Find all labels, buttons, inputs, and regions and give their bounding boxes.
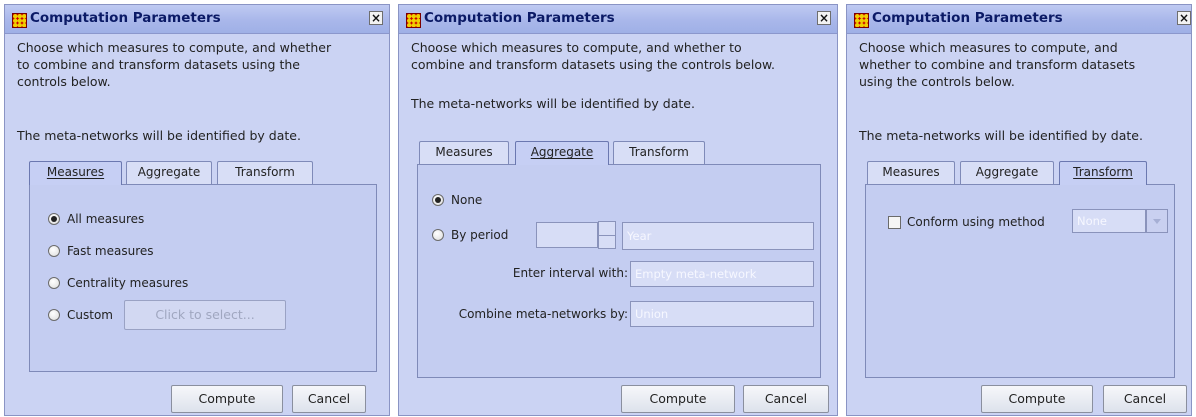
tab-strip: Measures Aggregate Transform: [419, 141, 719, 165]
radio-button[interactable]: [432, 194, 444, 206]
dialog-title: Computation Parameters: [424, 10, 615, 26]
period-count-input[interactable]: [536, 222, 598, 248]
compute-button[interactable]: Compute: [981, 385, 1093, 413]
radio-button[interactable]: [432, 229, 444, 241]
close-icon[interactable]: ×: [1177, 11, 1191, 25]
tab-measures[interactable]: Measures: [867, 161, 955, 184]
combine-select[interactable]: Union: [630, 301, 814, 327]
tab-aggregate[interactable]: Aggregate: [515, 141, 609, 165]
radio-label: Custom: [67, 308, 113, 322]
dialog-transform: Computation Parameters × Choose which me…: [846, 4, 1192, 416]
tab-strip: Measures Aggregate Transform: [867, 161, 1157, 185]
description-line: Choose which measures to compute, and wh…: [411, 40, 742, 55]
radio-button[interactable]: [48, 245, 60, 257]
cancel-button[interactable]: Cancel: [292, 385, 366, 413]
radio-button[interactable]: [48, 309, 60, 321]
description: Choose which measures to compute, and wh…: [859, 39, 1135, 90]
radio-custom[interactable]: Custom: [48, 306, 113, 324]
compute-button[interactable]: Compute: [621, 385, 735, 413]
description-line: whether to combine and transform dataset…: [859, 57, 1136, 72]
conform-checkbox-row[interactable]: Conform using method: [888, 213, 1045, 231]
click-to-select-button[interactable]: Click to select...: [124, 300, 286, 330]
description-line: controls below.: [17, 74, 111, 89]
dialog-measures: Computation Parameters × Choose which me…: [4, 4, 390, 416]
tab-measures[interactable]: Measures: [29, 161, 122, 185]
tab-aggregate[interactable]: Aggregate: [126, 161, 212, 184]
radio-button[interactable]: [48, 277, 60, 289]
interval-label: Enter interval with:: [512, 266, 628, 280]
radio-centrality-measures[interactable]: Centrality measures: [48, 274, 188, 292]
description: Choose which measures to compute, and wh…: [17, 39, 331, 90]
interval-select[interactable]: Empty meta-network: [630, 261, 814, 287]
title-bar[interactable]: Computation Parameters ×: [399, 5, 837, 34]
aggregate-panel: None By period Year Enter interval with:…: [417, 164, 821, 378]
description-line: to combine and transform datasets using …: [17, 57, 300, 72]
radio-label: Centrality measures: [67, 276, 189, 290]
close-icon[interactable]: ×: [369, 11, 383, 25]
radio-fast-measures[interactable]: Fast measures: [48, 242, 154, 260]
tab-measures[interactable]: Measures: [419, 141, 509, 164]
close-icon[interactable]: ×: [817, 11, 831, 25]
measures-panel: All measures Fast measures Centrality me…: [29, 184, 377, 372]
date-note: The meta-networks will be identified by …: [859, 128, 1143, 143]
description-line: Choose which measures to compute, and wh…: [17, 40, 332, 55]
date-note: The meta-networks will be identified by …: [17, 128, 301, 143]
conform-label: Conform using method: [907, 215, 1045, 229]
conform-checkbox[interactable]: [888, 215, 901, 229]
dialog-title: Computation Parameters: [30, 10, 221, 26]
tab-transform[interactable]: Transform: [613, 141, 705, 164]
combine-label: Combine meta-networks by:: [458, 307, 628, 321]
period-spinner[interactable]: [598, 221, 616, 249]
app-logo-icon: [854, 13, 869, 28]
radio-none[interactable]: None: [432, 191, 482, 209]
description-line: Choose which measures to compute, and: [859, 40, 1118, 55]
cancel-button[interactable]: Cancel: [743, 385, 829, 413]
description-line: using the controls below.: [859, 74, 1015, 89]
app-logo-icon: [12, 13, 27, 28]
date-note: The meta-networks will be identified by …: [411, 96, 695, 111]
tab-transform[interactable]: Transform: [1059, 161, 1147, 185]
cancel-button[interactable]: Cancel: [1103, 385, 1187, 413]
dialog-title: Computation Parameters: [872, 10, 1063, 26]
period-unit-select[interactable]: Year: [622, 222, 814, 250]
radio-label: By period: [451, 228, 509, 242]
radio-by-period[interactable]: By period: [432, 226, 508, 244]
radio-label: All measures: [67, 212, 145, 226]
tab-strip: Measures Aggregate Transform: [29, 161, 329, 185]
description: Choose which measures to compute, and wh…: [411, 39, 775, 73]
transform-panel: Conform using method None: [865, 184, 1175, 378]
chevron-down-icon[interactable]: [1146, 209, 1168, 233]
radio-label: None: [451, 193, 483, 207]
dialog-aggregate: Computation Parameters × Choose which me…: [398, 4, 838, 416]
tab-transform[interactable]: Transform: [217, 161, 313, 184]
description-line: combine and transform datasets using the…: [411, 57, 776, 72]
radio-label: Fast measures: [67, 244, 154, 258]
tab-aggregate[interactable]: Aggregate: [960, 161, 1054, 184]
radio-button[interactable]: [48, 213, 60, 225]
app-logo-icon: [406, 13, 421, 28]
title-bar[interactable]: Computation Parameters ×: [847, 5, 1191, 34]
conform-method-select[interactable]: None: [1072, 209, 1146, 233]
radio-all-measures[interactable]: All measures: [48, 210, 144, 228]
compute-button[interactable]: Compute: [171, 385, 283, 413]
title-bar[interactable]: Computation Parameters ×: [5, 5, 389, 34]
